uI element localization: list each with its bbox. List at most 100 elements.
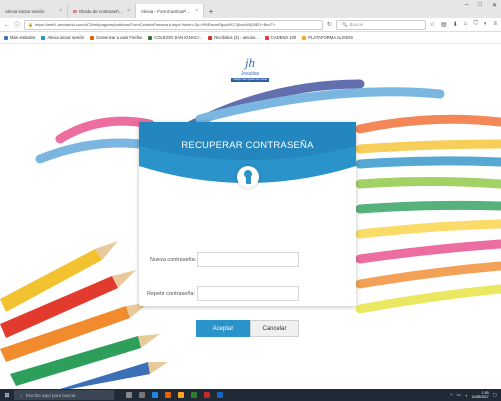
logo-word: Jesuitas <box>240 71 260 77</box>
bookmark-label: Comenzar a usar Firefox <box>96 35 143 40</box>
window-controls: – □ ✕ <box>465 2 497 9</box>
tab-title: Olvido de contraseña para ... <box>78 8 124 14</box>
search-icon: 🔍 <box>341 21 348 27</box>
bookmark-label: Alexia iniciar sesión <box>47 35 85 40</box>
gmail-icon: M <box>73 8 77 14</box>
clock[interactable]: 1:00 11/08/2017 <box>471 391 488 400</box>
search-placeholder: Buscar <box>349 22 364 27</box>
browser-toolbar: ☆ ▤ ⬇ ⌂ ⛉ ◐ ≡ <box>430 21 497 28</box>
browser-search-box[interactable]: 🔍 Buscar <box>335 19 426 30</box>
paint-stroke <box>355 219 501 239</box>
paint-stroke <box>55 116 155 144</box>
bookmark-label: COLEGIO SAN IGNACI... <box>154 35 203 40</box>
tab-title: Alexia - FormCambioPassword <box>141 8 192 14</box>
tab-form-cambio-password[interactable]: Alexia - FormCambioPassword × <box>136 4 204 18</box>
store-icon[interactable] <box>191 392 197 398</box>
tab-alexia-login[interactable]: Alexia iniciar sesión × <box>0 4 68 18</box>
paint-stroke <box>355 177 501 189</box>
bookmark-item[interactable]: Comenzar a usar Firefox <box>90 35 142 40</box>
page-content: jh Jesuitas Colegio San Ignacio de Loyol… <box>0 44 501 389</box>
tray-chevron-icon[interactable]: ^ <box>450 393 452 398</box>
address-bar[interactable]: 🔒 https://web1.alexiaedu.com/ACWeb/pagin… <box>24 19 323 30</box>
taskbar-apps <box>126 392 223 398</box>
bookmark-icon <box>264 35 269 40</box>
new-password-label: Nueva contraseña: <box>150 257 197 263</box>
school-logo: jh Jesuitas Colegio San Ignacio de Loyol… <box>228 56 272 88</box>
browser-tab-bar: Alexia iniciar sesión × M Olvido de cont… <box>0 0 501 18</box>
reload-icon[interactable]: ↻ <box>327 21 332 28</box>
cortana-icon: ○ <box>20 392 23 398</box>
paint-stroke <box>355 139 501 154</box>
bookmark-item[interactable]: Más visitados <box>4 35 35 40</box>
library-icon[interactable]: ▤ <box>441 21 447 28</box>
paint-stroke <box>355 239 501 264</box>
bookmark-icon <box>302 35 307 40</box>
system-tray: ^ ▭ ◖ 1:00 11/08/2017 ▢ <box>450 391 501 400</box>
volume-icon[interactable]: ◖ <box>465 393 468 398</box>
bookmark-icon <box>208 35 213 40</box>
bookmark-label: Más visitados <box>10 35 36 40</box>
bookmark-item[interactable]: Recibidos (3) - amuno... <box>208 35 259 40</box>
bookmark-item[interactable]: COLEGIO SAN IGNACI... <box>148 35 202 40</box>
bookmark-label: CADENA 100 <box>270 35 297 40</box>
notifications-icon[interactable]: ▢ <box>493 392 497 398</box>
close-tab-icon[interactable]: × <box>195 8 198 14</box>
bookmarks-bar: Más visitados Alexia iniciar sesión Come… <box>0 32 501 44</box>
bookmark-icon <box>148 35 153 40</box>
clock-date: 11/08/2017 <box>471 395 489 399</box>
paint-stroke <box>355 114 501 134</box>
menu-icon[interactable]: ≡ <box>493 21 497 28</box>
url-text: https://web1.alexiaedu.com/ACWeb/paginas… <box>35 22 276 27</box>
close-tab-icon[interactable]: × <box>127 8 130 14</box>
back-icon[interactable]: ← <box>4 22 10 28</box>
bookmark-item[interactable]: CADENA 100 <box>264 35 297 40</box>
repeat-password-input[interactable] <box>197 286 299 301</box>
bookmark-label: PLATAFORMA ALISIOS <box>308 35 354 40</box>
download-icon[interactable]: ⬇ <box>453 21 458 28</box>
maximize-icon[interactable]: □ <box>478 2 482 9</box>
network-icon[interactable]: ▭ <box>456 392 460 398</box>
firefox-icon[interactable] <box>165 392 171 398</box>
accept-button[interactable]: Aceptar <box>196 320 250 337</box>
paint-stroke <box>355 261 501 289</box>
microphone-icon[interactable] <box>126 392 132 398</box>
edge-icon[interactable] <box>152 392 158 398</box>
lock-icon: 🔒 <box>28 22 33 27</box>
logo-mark: jh <box>244 55 256 70</box>
bookmark-icon <box>90 35 95 40</box>
keyhole-icon <box>237 166 259 188</box>
close-window-icon[interactable]: ✕ <box>492 2 497 9</box>
bookmark-icon <box>41 35 46 40</box>
info-icon[interactable]: ⓘ <box>14 20 20 29</box>
bookmark-label: Recibidos (3) - amuno... <box>214 35 259 40</box>
repeat-password-label: Repetir contraseña: <box>147 291 195 297</box>
bookmark-item[interactable]: Alexia iniciar sesión <box>41 35 84 40</box>
bookmark-icon <box>4 35 8 40</box>
paint-stroke <box>355 200 501 214</box>
bookmark-item[interactable]: PLATAFORMA ALISIOS <box>302 35 353 40</box>
tab-title: Alexia iniciar sesión <box>5 8 45 14</box>
close-tab-icon[interactable]: × <box>59 8 62 14</box>
windows-taskbar: ⊞ ○ Escribe aquí para buscar ^ ▭ ◖ 1:00 … <box>0 389 501 401</box>
windows-start-icon[interactable]: ⊞ <box>0 392 14 399</box>
word-icon[interactable] <box>217 392 223 398</box>
task-view-icon[interactable] <box>139 392 145 398</box>
recover-password-card: RECUPERAR CONTRASEÑA Nueva contraseña: R… <box>139 122 356 337</box>
new-tab-button[interactable]: + <box>204 4 218 18</box>
page-title: RECUPERAR CONTRASEÑA <box>181 140 314 151</box>
minimize-icon[interactable]: – <box>465 2 468 9</box>
app-icon[interactable] <box>204 392 210 398</box>
cancel-button[interactable]: Cancelar <box>250 320 299 337</box>
shield-icon[interactable]: ⛉ <box>473 21 478 28</box>
extension-icon[interactable]: ◐ <box>484 21 488 28</box>
paint-stroke <box>355 156 501 169</box>
logo-band: Colegio San Ignacio de Loyola <box>231 78 269 82</box>
home-icon[interactable]: ⌂ <box>464 21 468 28</box>
tab-password-mail[interactable]: M Olvido de contraseña para ... × <box>68 4 136 18</box>
new-password-input[interactable] <box>197 252 299 267</box>
folder-icon[interactable] <box>178 392 184 398</box>
bookmark-star-icon[interactable]: ☆ <box>430 21 435 28</box>
taskbar-search[interactable]: ○ Escribe aquí para buscar <box>14 390 114 400</box>
browser-nav-bar: ← ⓘ 🔒 https://web1.alexiaedu.com/ACWeb/p… <box>0 18 501 32</box>
taskbar-search-placeholder: Escribe aquí para buscar <box>25 392 76 398</box>
